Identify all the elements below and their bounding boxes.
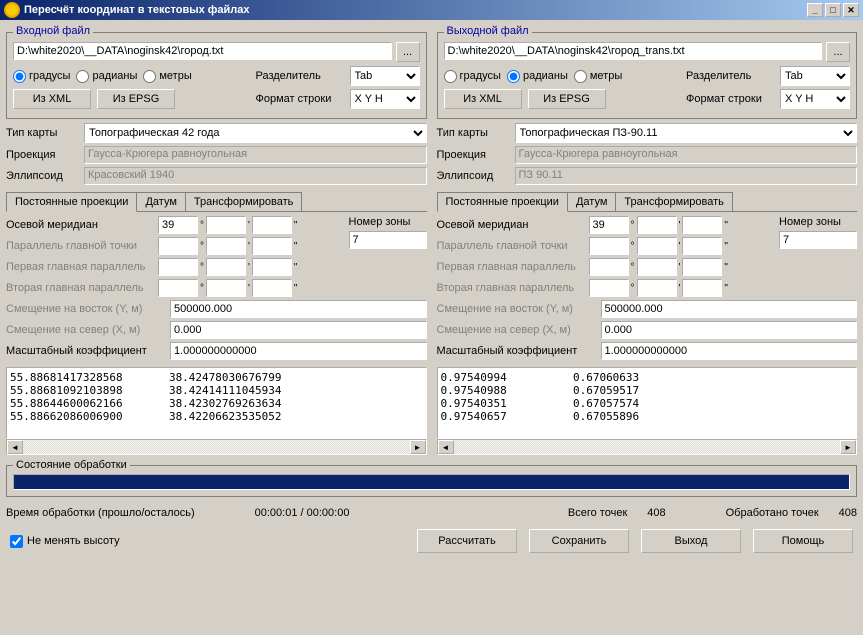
left-ellipsoid-field: Красовский 1940 [84, 167, 427, 185]
right-tabs: Постоянные проекции Датум Трансформирова… [437, 192, 858, 212]
left-zone-label: Номер зоны [349, 216, 411, 228]
right-offe-field[interactable] [601, 300, 858, 318]
left-par1-label: Первая главная параллель [6, 261, 156, 273]
left-tabs: Постоянные проекции Датум Трансформирова… [6, 192, 427, 212]
left-tab-constants[interactable]: Постоянные проекции [6, 192, 137, 212]
title-bar: Пересчёт координат в текстовых файлах _ … [0, 0, 863, 20]
right-tab-constants[interactable]: Постоянные проекции [437, 192, 568, 212]
right-ellipsoid-field: ПЗ 90.11 [515, 167, 858, 185]
right-scale-field[interactable] [601, 342, 858, 360]
left-axial-sec[interactable] [252, 216, 292, 234]
input-format-label: Формат строки [256, 93, 344, 105]
exit-button[interactable]: Выход [641, 529, 741, 553]
input-file-label: Входной файл [13, 25, 93, 37]
processed-value: 408 [839, 507, 857, 519]
left-ellipsoid-label: Эллипсоид [6, 170, 84, 182]
right-par1-label: Первая главная параллель [437, 261, 587, 273]
keep-height-checkbox[interactable]: Не менять высоту [10, 535, 120, 548]
output-from-xml-button[interactable]: Из XML [444, 89, 522, 109]
input-from-epsg-button[interactable]: Из EPSG [97, 89, 175, 109]
calculate-button[interactable]: Рассчитать [417, 529, 517, 553]
right-offn-field[interactable] [601, 321, 858, 339]
close-button[interactable]: ✕ [843, 3, 859, 17]
time-value: 00:00:01 / 00:00:00 [255, 507, 350, 519]
left-offn-field[interactable] [170, 321, 427, 339]
left-data-area[interactable]: 55.88681417328568 38.42478030676799 55.8… [6, 367, 427, 439]
processed-label: Обработано точек [726, 507, 819, 519]
status-group: Состояние обработки [6, 465, 857, 497]
left-axial-min[interactable] [206, 216, 246, 234]
left-tab-transform[interactable]: Трансформировать [185, 192, 303, 211]
right-offn-label: Смещение на север (X, м) [437, 324, 597, 336]
input-browse-button[interactable]: ... [396, 42, 420, 62]
right-par2-label: Вторая главная параллель [437, 282, 587, 294]
window-title: Пересчёт координат в текстовых файлах [24, 4, 250, 16]
input-path-field[interactable] [13, 42, 392, 60]
status-group-label: Состояние обработки [13, 459, 130, 471]
total-label: Всего точек [568, 507, 627, 519]
right-tab-transform[interactable]: Трансформировать [615, 192, 733, 211]
left-scale-label: Масштабный коэффициент [6, 345, 166, 357]
progress-bar [13, 474, 850, 490]
right-projection-field: Гаусса-Крюгера равноугольная [515, 146, 858, 164]
input-separator-label: Разделитель [256, 70, 344, 82]
output-separator-label: Разделитель [686, 70, 774, 82]
right-hscroll[interactable]: ◄► [437, 439, 858, 455]
output-file-group: Выходной файл ... градусы радианы метры … [437, 32, 858, 119]
input-radians-radio[interactable]: радианы [76, 70, 137, 83]
left-offe-field[interactable] [170, 300, 427, 318]
save-button[interactable]: Сохранить [529, 529, 629, 553]
output-format-label: Формат строки [686, 93, 774, 105]
output-degrees-radio[interactable]: градусы [444, 70, 501, 83]
app-icon [4, 2, 20, 18]
left-parmain-label: Параллель главной точки [6, 240, 156, 252]
right-zone-label: Номер зоны [779, 216, 841, 228]
left-hscroll[interactable]: ◄► [6, 439, 427, 455]
total-value: 408 [647, 507, 665, 519]
output-browse-button[interactable]: ... [826, 42, 850, 62]
input-separator-combo[interactable]: Tab [350, 66, 420, 86]
input-file-group: Входной файл ... градусы радианы метры Р… [6, 32, 427, 119]
right-data-area[interactable]: 0.97540994 0.67060633 0.97540988 0.67059… [437, 367, 858, 439]
left-zone-field[interactable] [349, 231, 427, 249]
minimize-button[interactable]: _ [807, 3, 823, 17]
left-axial-deg[interactable] [158, 216, 198, 234]
left-offe-label: Смещение на восток (Y, м) [6, 303, 166, 315]
left-maptype-combo[interactable]: Топографическая 42 года [84, 123, 427, 143]
right-axial-label: Осевой меридиан [437, 219, 587, 231]
input-from-xml-button[interactable]: Из XML [13, 89, 91, 109]
right-offe-label: Смещение на восток (Y, м) [437, 303, 597, 315]
right-zone-field[interactable] [779, 231, 857, 249]
input-degrees-radio[interactable]: градусы [13, 70, 70, 83]
output-meters-radio[interactable]: метры [574, 70, 622, 83]
output-radians-radio[interactable]: радианы [507, 70, 568, 83]
left-projection-label: Проекция [6, 149, 84, 161]
left-offn-label: Смещение на север (X, м) [6, 324, 166, 336]
left-maptype-label: Тип карты [6, 127, 84, 139]
output-file-label: Выходной файл [444, 25, 532, 37]
right-projection-label: Проекция [437, 149, 515, 161]
right-axial-deg[interactable] [589, 216, 629, 234]
left-projection-field: Гаусса-Крюгера равноугольная [84, 146, 427, 164]
input-meters-radio[interactable]: метры [143, 70, 191, 83]
right-parmain-label: Параллель главной точки [437, 240, 587, 252]
right-maptype-label: Тип карты [437, 127, 515, 139]
output-separator-combo[interactable]: Tab [780, 66, 850, 86]
time-label: Время обработки (прошло/осталось) [6, 507, 195, 519]
right-maptype-combo[interactable]: Топографическая ПЗ-90.11 [515, 123, 858, 143]
right-scale-label: Масштабный коэффициент [437, 345, 597, 357]
input-format-combo[interactable]: X Y H [350, 89, 420, 109]
left-tab-datum[interactable]: Датум [136, 192, 185, 211]
right-tab-datum[interactable]: Датум [567, 192, 616, 211]
right-ellipsoid-label: Эллипсоид [437, 170, 515, 182]
left-par2-label: Вторая главная параллель [6, 282, 156, 294]
output-path-field[interactable] [444, 42, 823, 60]
output-format-combo[interactable]: X Y H [780, 89, 850, 109]
left-scale-field[interactable] [170, 342, 427, 360]
output-from-epsg-button[interactable]: Из EPSG [528, 89, 606, 109]
help-button[interactable]: Помощь [753, 529, 853, 553]
left-axial-label: Осевой меридиан [6, 219, 156, 231]
maximize-button[interactable]: □ [825, 3, 841, 17]
